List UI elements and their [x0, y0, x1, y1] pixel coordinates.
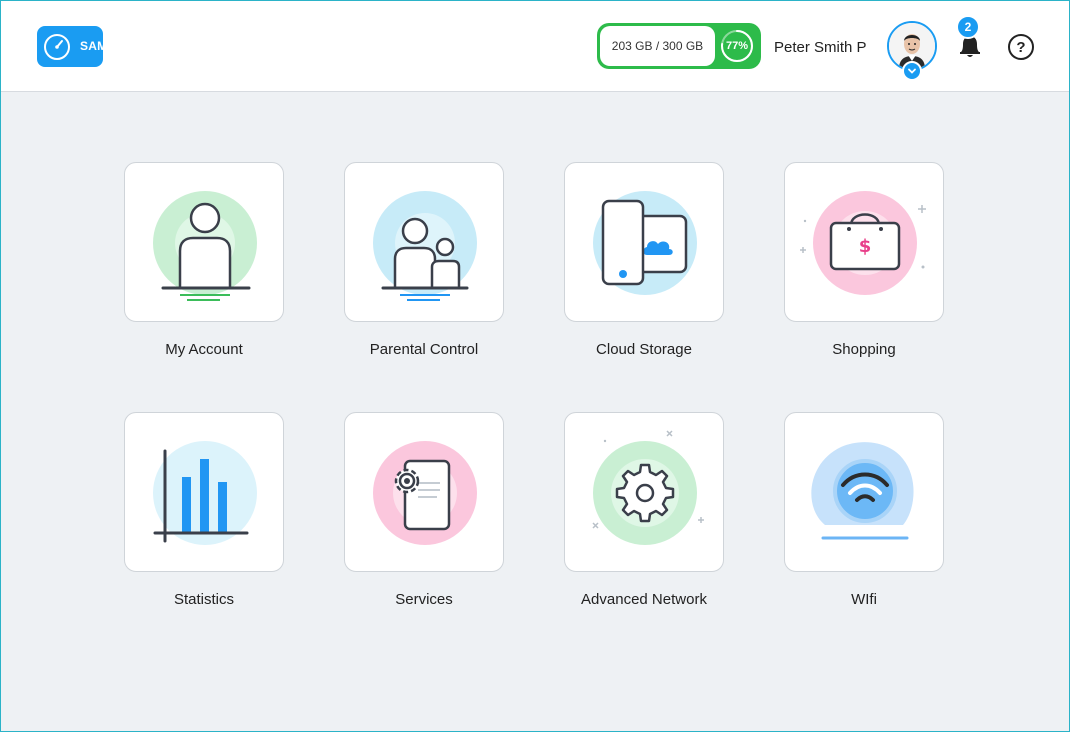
tile-wifi[interactable] — [784, 412, 944, 572]
tile-label-cloud-storage: Cloud Storage — [596, 341, 692, 358]
tile-my-account[interactable] — [124, 162, 284, 322]
app-frame: SAMPLE 203 GB / 300 GB 77% Peter Smith P — [0, 0, 1070, 732]
tile-statistics[interactable] — [124, 412, 284, 572]
tile-advanced-network[interactable] — [564, 412, 724, 572]
tile-label-wifi: WIfi — [851, 591, 877, 608]
tile-label-my-account: My Account — [165, 341, 243, 358]
logo-text: SAMPLE — [80, 39, 132, 53]
cloud-storage-icon — [593, 191, 697, 295]
tile-shopping[interactable]: $ — [784, 162, 944, 322]
tile-label-statistics: Statistics — [173, 591, 234, 608]
notification-badge: 2 — [956, 15, 980, 39]
tile-label-shopping: Shopping — [832, 341, 896, 358]
parental-control-icon — [373, 191, 477, 301]
tile-label-advanced-network: Advanced Network — [581, 591, 707, 608]
tile-services[interactable] — [344, 412, 504, 572]
storage-percent: 77% — [725, 40, 749, 52]
chevron-down-icon — [908, 68, 916, 74]
storage-used-label: 203 GB / 300 GB — [600, 26, 715, 66]
bar-chart-icon — [153, 441, 257, 545]
tile-cloud-storage[interactable] — [564, 162, 724, 322]
wifi-icon — [811, 442, 914, 540]
storage-usage-widget[interactable]: 203 GB / 300 GB 77% — [597, 23, 761, 69]
svg-text:$: $ — [859, 236, 872, 257]
tile-parental-control[interactable] — [344, 162, 504, 322]
gear-icon — [592, 430, 704, 545]
account-icon — [153, 191, 257, 301]
tile-label-parental-control: Parental Control — [369, 341, 479, 358]
services-gear-document-icon — [373, 441, 477, 545]
help-icon[interactable]: ? — [1008, 34, 1034, 60]
tile-label-services: Services — [395, 591, 453, 608]
logo[interactable]: SAMPLE — [37, 26, 131, 67]
speedometer-icon — [44, 33, 70, 60]
avatar-dropdown-toggle[interactable] — [902, 61, 922, 81]
shopping-bag-icon: $ — [800, 191, 926, 295]
user-name[interactable]: Peter Smith P — [774, 39, 867, 56]
top-header: SAMPLE 203 GB / 300 GB 77% Peter Smith P — [1, 1, 1069, 92]
